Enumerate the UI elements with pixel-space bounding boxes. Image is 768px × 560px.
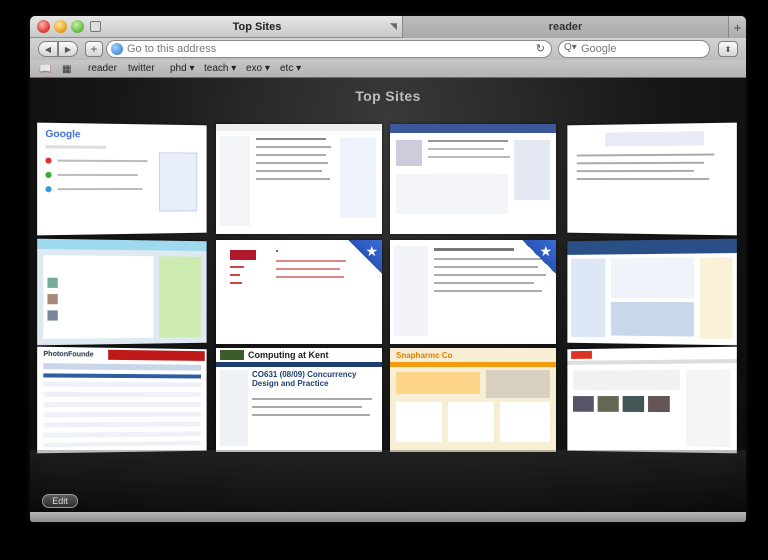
bookmark-reader[interactable]: reader [88, 63, 117, 74]
page-title: Top Sites [30, 88, 746, 104]
tab-close-icon[interactable]: ◥ [390, 21, 397, 32]
add-bookmark-button[interactable]: + [85, 41, 103, 57]
address-field[interactable]: Go to this address ↻ [106, 40, 552, 58]
pinned-star-icon[interactable]: ★ [522, 240, 556, 274]
reading-list-icon[interactable]: 📖 [39, 64, 51, 75]
top-site-tile-mail-list[interactable] [216, 124, 382, 234]
edit-button[interactable]: Edit [42, 494, 78, 508]
tab-top-sites[interactable]: Top Sites [112, 16, 402, 38]
reload-icon[interactable]: ↻ [536, 42, 545, 55]
bookmark-phd[interactable]: phd ▾ [170, 63, 194, 74]
top-site-tile-snapshot-site[interactable]: Snapharmc Co [390, 348, 556, 452]
top-sites-grid-icon[interactable]: ▦ [62, 64, 71, 75]
bookmark-exo[interactable]: exo ▾ [246, 63, 270, 74]
toolbar: ◀ ▶ + Go to this address ↻ Q▾ Google ⬍ [30, 38, 746, 60]
bookmark-twitter[interactable]: twitter [128, 63, 155, 74]
top-site-tile-plain-page[interactable] [567, 123, 736, 236]
globe-icon [111, 43, 123, 55]
search-field[interactable]: Q▾ Google [558, 40, 710, 58]
minimize-window-button[interactable] [54, 20, 67, 33]
back-button[interactable]: ◀ [38, 41, 58, 57]
top-sites-view: Top Sites Google ★ ★ PhotonFounde Comput… [30, 78, 746, 512]
tile-course-title: CO631 (08/09) Concurrency Design and Pra… [252, 370, 376, 388]
new-tab-button[interactable]: + [728, 16, 746, 38]
pinned-star-icon[interactable]: ★ [348, 240, 382, 274]
tab-bar: Top Sites ◥ reader + [30, 16, 746, 38]
top-site-tile-google[interactable]: Google [37, 123, 206, 236]
page-menu-button[interactable]: ⬍ [718, 41, 738, 57]
tab-reader[interactable]: reader [402, 16, 728, 38]
top-site-tile-facebook[interactable] [390, 124, 556, 234]
bookmark-teach[interactable]: teach ▾ [204, 63, 236, 74]
tile-logo: Google [45, 129, 80, 141]
top-site-tile-wiki-page[interactable]: ★ [390, 240, 556, 344]
browser-window: Top Sites ◥ reader + ◀ ▶ + Go to this ad… [30, 16, 746, 522]
tab-label: reader [549, 21, 583, 33]
top-site-tile-kent-red-page[interactable]: ★ [216, 240, 382, 344]
bookmark-etc[interactable]: etc ▾ [280, 63, 301, 74]
search-placeholder: Google [581, 43, 616, 55]
top-site-tile-computing-at-kent[interactable]: Computing at Kent CO631 (08/09) Concurre… [216, 348, 382, 452]
tile-reflection [30, 450, 746, 512]
top-site-tile-youtube[interactable] [567, 347, 736, 454]
tile-heading: Computing at Kent [248, 350, 329, 360]
search-icon: Q▾ [564, 42, 577, 53]
address-placeholder: Go to this address [127, 43, 216, 55]
tab-overview-icon[interactable] [90, 21, 101, 32]
close-window-button[interactable] [37, 20, 50, 33]
tile-logo: PhotonFounde [43, 351, 93, 359]
top-site-tile-twitter[interactable] [37, 239, 206, 346]
bookmarks-bar: 📖 ▦ reader twitter phd ▾ teach ▾ exo ▾ e… [30, 60, 746, 78]
zoom-window-button[interactable] [71, 20, 84, 33]
top-site-tile-photo-site[interactable]: PhotonFounde [37, 347, 206, 454]
tile-logo: Snapharmc Co [396, 351, 452, 360]
status-bar [30, 512, 746, 522]
tab-label: Top Sites [233, 21, 282, 33]
top-site-tile-travel-site[interactable] [567, 239, 736, 346]
forward-button[interactable]: ▶ [58, 41, 78, 57]
